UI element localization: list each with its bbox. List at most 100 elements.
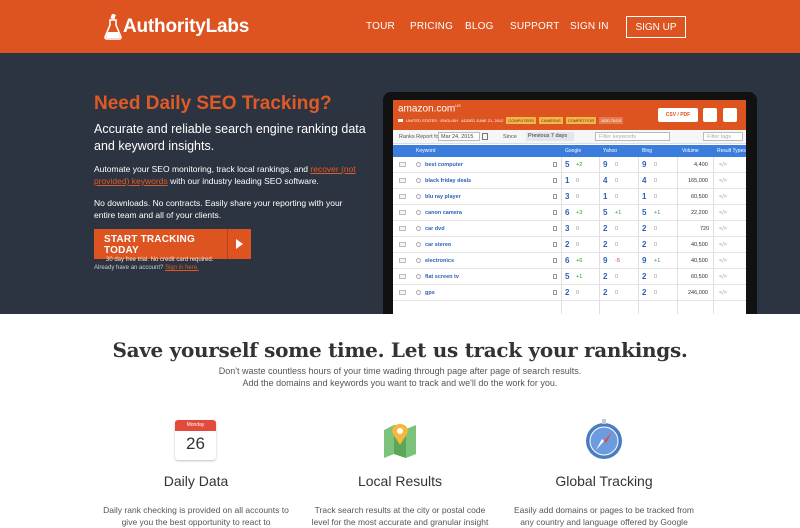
chart-icon[interactable] [703, 108, 717, 122]
chart-thumb-icon[interactable] [399, 162, 406, 167]
app-screenshot: amazon.comUS UNITED STATES · ENGLISH ADD… [393, 100, 746, 314]
tag-cameras[interactable]: CAMERAS [538, 117, 563, 124]
keyword-cell[interactable]: flat screen tv [425, 274, 459, 280]
tag-competitor[interactable]: COMPETITOR [565, 117, 597, 124]
header-bing[interactable]: Bing [642, 148, 652, 154]
row-select-radio[interactable] [416, 258, 421, 263]
nav-tour[interactable]: TOUR [366, 21, 395, 32]
table-row[interactable]: flat screen tv 5 +1 2 0 2 0 60,500 </> [393, 269, 746, 285]
nav-pricing[interactable]: PRICING [410, 21, 453, 32]
table-row[interactable]: best computer 5 +2 9 0 9 0 4,400 </> [393, 157, 746, 173]
table-row[interactable]: car dvd 3 0 2 0 2 0 720 </> [393, 221, 746, 237]
csv-pdf-button[interactable]: CSV / PDF [658, 108, 698, 122]
chart-thumb-icon[interactable] [399, 210, 406, 215]
nav-signin[interactable]: SIGN IN [570, 21, 609, 32]
keyword-cell[interactable]: electronics [425, 258, 454, 264]
page-icon[interactable] [553, 226, 557, 231]
bing-change: 0 [654, 242, 658, 248]
page-icon[interactable] [553, 258, 557, 263]
keyword-cell[interactable]: canon camera [425, 210, 462, 216]
header-result-types[interactable]: Result Types [717, 148, 746, 154]
logo[interactable]: AuthorityLabs [104, 10, 249, 44]
keyword-cell[interactable]: blu ray player [425, 194, 461, 200]
flask-logo-icon [104, 14, 122, 40]
section-subtitle-line-2: Add the domains and keywords you want to… [242, 378, 558, 388]
header-keyword[interactable]: Keyword [416, 148, 435, 154]
google-rank: 2 [565, 288, 570, 297]
calendar-icon[interactable] [482, 133, 488, 140]
page-icon[interactable] [553, 242, 557, 247]
header-yahoo[interactable]: Yahoo [603, 148, 617, 154]
keyword-cell[interactable]: car dvd [425, 226, 445, 232]
volume-cell: 4,400 [694, 162, 708, 168]
volume-cell: 22,200 [691, 210, 708, 216]
add-tags-button[interactable]: ADD TAGS [599, 117, 624, 124]
page-icon[interactable] [553, 274, 557, 279]
date-input[interactable]: Mar 24, 2015 [438, 132, 480, 141]
volume-cell: 720 [700, 226, 710, 232]
filter-keywords-input[interactable]: Filter keywords [595, 132, 670, 141]
table-row[interactable]: gps 2 0 2 0 2 0 246,000 </> [393, 285, 746, 301]
chart-thumb-icon[interactable] [399, 194, 406, 199]
report-toolbar: Ranks Report for Mar 24, 2015 Since Prev… [393, 130, 746, 144]
map-pin-icon [384, 424, 416, 458]
filter-tags-input[interactable]: Filter tags [703, 132, 743, 141]
nav-support[interactable]: SUPPORT [510, 21, 560, 32]
bing-change: 0 [654, 194, 658, 200]
keyword-cell[interactable]: gps [425, 290, 435, 296]
header-google[interactable]: Google [565, 148, 581, 154]
bing-rank: 2 [642, 224, 647, 233]
table-row[interactable]: black friday deals 1 0 4 0 4 0 165,000 </> [393, 173, 746, 189]
page-icon[interactable] [553, 210, 557, 215]
bing-change: +1 [654, 210, 661, 216]
row-select-radio[interactable] [416, 226, 421, 231]
bing-rank: 1 [642, 192, 647, 201]
yahoo-change: 0 [615, 226, 619, 232]
keyword-cell[interactable]: black friday deals [425, 178, 471, 184]
chart-thumb-icon[interactable] [399, 226, 406, 231]
section-subtitle-line-1: Don't waste countless hours of your time… [218, 366, 582, 376]
volume-cell: 246,000 [688, 290, 708, 296]
chart-thumb-icon[interactable] [399, 242, 406, 247]
row-select-radio[interactable] [416, 194, 421, 199]
chart-thumb-icon[interactable] [399, 290, 406, 295]
table-row[interactable]: canon camera 6 +3 5 +1 5 +1 22,200 </> [393, 205, 746, 221]
keyword-cell[interactable]: best computer [425, 162, 463, 168]
row-select-radio[interactable] [416, 242, 421, 247]
page-icon[interactable] [553, 290, 557, 295]
header-volume[interactable]: Volume [682, 148, 699, 154]
gear-icon[interactable] [723, 108, 737, 122]
table-row[interactable]: blu ray player 3 0 1 0 1 0 60,500 </> [393, 189, 746, 205]
row-select-radio[interactable] [416, 178, 421, 183]
page-icon[interactable] [553, 178, 557, 183]
yahoo-change: 0 [615, 162, 619, 168]
yahoo-change: -5 [615, 258, 620, 264]
table-row[interactable]: electronics 6 +6 9 -5 9 +1 40,500 </> [393, 253, 746, 269]
chart-thumb-icon[interactable] [399, 258, 406, 263]
yahoo-rank: 2 [603, 240, 608, 249]
chart-thumb-icon[interactable] [399, 178, 406, 183]
volume-cell: 165,000 [688, 178, 708, 184]
hero-title: Need Daily SEO Tracking? [94, 93, 332, 114]
row-select-radio[interactable] [416, 274, 421, 279]
app-domain-sup: US [455, 103, 461, 108]
google-rank: 6 [565, 256, 570, 265]
nav-blog[interactable]: BLOG [465, 21, 494, 32]
since-select[interactable]: Previous 7 days [526, 132, 574, 141]
start-tracking-button[interactable]: START TRACKING TODAY 30 day free trial. … [94, 229, 251, 263]
row-select-radio[interactable] [416, 162, 421, 167]
page-icon[interactable] [553, 194, 557, 199]
signup-button[interactable]: SIGN UP [626, 16, 686, 38]
tag-computers[interactable]: COMPUTERS [506, 117, 536, 124]
app-added: ADDED JUNE 21, 2012 [461, 118, 504, 123]
section-title: Save yourself some time. Let us track yo… [112, 338, 688, 362]
signin-link[interactable]: Sign in here. [165, 265, 199, 271]
row-select-radio[interactable] [416, 210, 421, 215]
row-select-radio[interactable] [416, 290, 421, 295]
bing-change: 0 [654, 290, 658, 296]
chart-thumb-icon[interactable] [399, 274, 406, 279]
result-type-icon: </> [719, 258, 727, 264]
page-icon[interactable] [553, 162, 557, 167]
keyword-cell[interactable]: car stereo [425, 242, 451, 248]
table-row[interactable]: car stereo 2 0 2 0 2 0 40,500 </> [393, 237, 746, 253]
